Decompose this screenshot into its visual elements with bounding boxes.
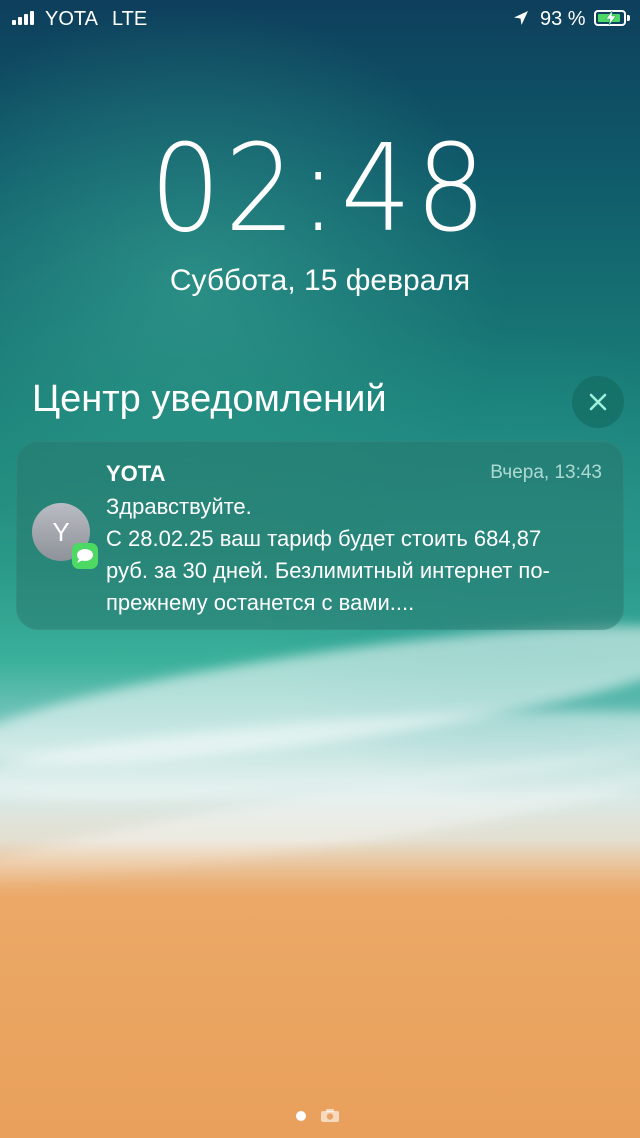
- notification-line: руб. за 30 дней. Безлимитный интернет по…: [106, 558, 550, 583]
- notification-line: С 28.02.25 ваш тариф будет стоить 684,87: [106, 526, 542, 551]
- location-arrow-icon: [514, 11, 528, 25]
- network-type: LTE: [112, 8, 148, 30]
- notification-line: прежнему останется с вами....: [106, 590, 415, 615]
- messages-bubble-icon: [72, 543, 98, 569]
- camera-icon[interactable]: [320, 1108, 340, 1123]
- notification-line: Здравствуйте.: [106, 494, 252, 519]
- notification-body: Здравствуйте. С 28.02.25 ваш тариф будет…: [106, 491, 606, 619]
- sand: [0, 840, 640, 1138]
- signal-bars-icon: [12, 11, 34, 25]
- notification-time: Вчера, 13:43: [490, 462, 602, 483]
- notification-sender: YOTA: [106, 461, 166, 486]
- page-indicator: [296, 1108, 340, 1123]
- carrier-name: YOTA: [45, 8, 98, 30]
- lock-time: 02:48: [149, 120, 491, 259]
- clear-notifications-button[interactable]: [572, 376, 624, 428]
- status-bar: YOTA LTE 93 %: [0, 0, 640, 40]
- notification-center-title: Центр уведомлений: [32, 378, 387, 420]
- battery-charging-icon: [594, 10, 626, 26]
- close-x-icon: [589, 393, 607, 411]
- lock-date: Суббота, 15 февраля: [169, 264, 471, 297]
- avatar-letter: Y: [52, 516, 70, 547]
- page-dot-icon: [296, 1110, 306, 1121]
- battery-percent: 93 %: [540, 8, 586, 30]
- battery-cap: [627, 15, 630, 21]
- notification-card[interactable]: Y YOTA Вчера, 13:43 Здравствуйте. С 28.0…: [16, 441, 624, 630]
